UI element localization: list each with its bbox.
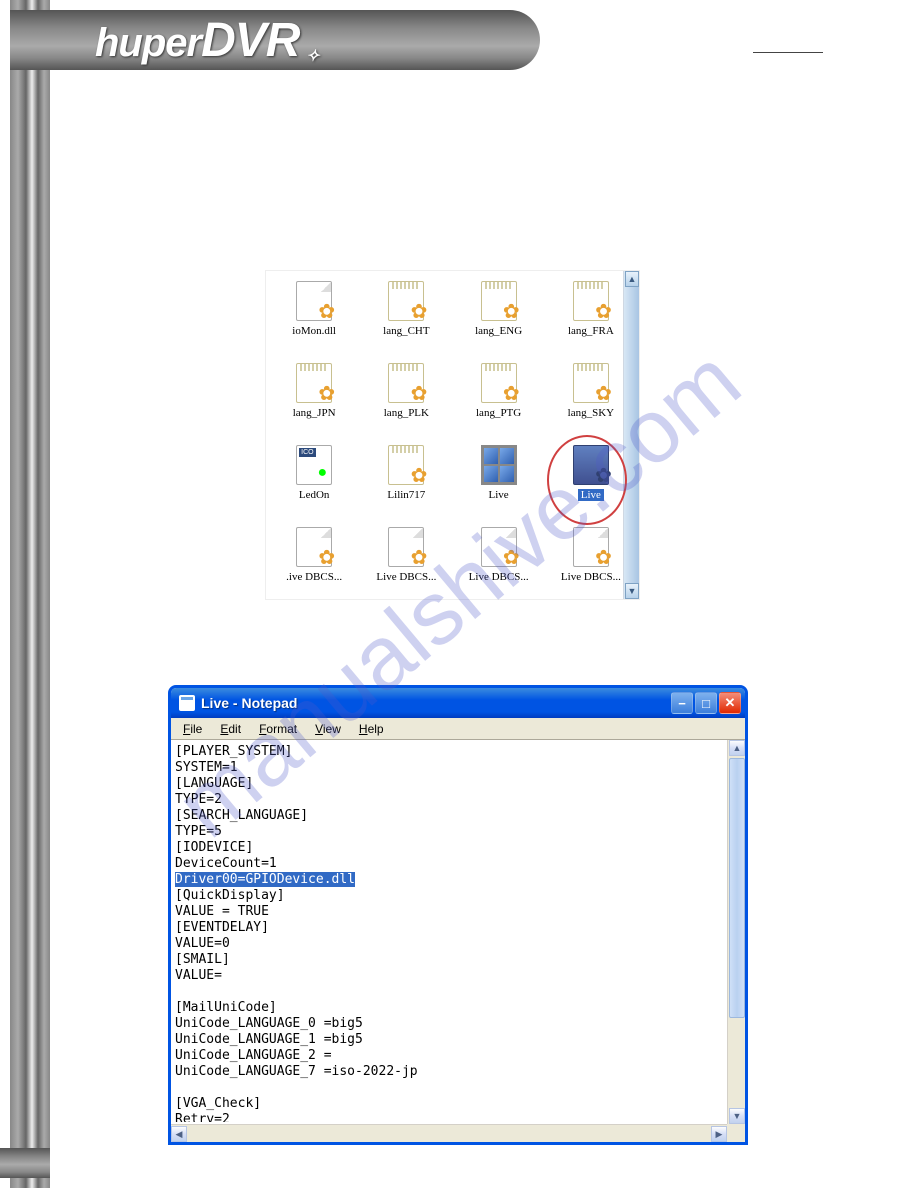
file-item[interactable]: lang_JPN bbox=[268, 359, 360, 441]
explorer-scrollbar[interactable]: ▲ ▼ bbox=[623, 271, 639, 599]
file-item[interactable]: lang_PLK bbox=[360, 359, 452, 441]
ico-file-icon bbox=[296, 445, 332, 485]
logo-banner: huperDVR bbox=[10, 10, 540, 70]
file-label: Live DBCS... bbox=[469, 571, 529, 583]
file-label: lang_JPN bbox=[293, 407, 336, 419]
menu-item-view[interactable]: View bbox=[307, 720, 349, 738]
file-label: Live bbox=[489, 489, 509, 501]
notepad-text[interactable]: [PLAYER_SYSTEM] SYSTEM=1 [LANGUAGE] TYPE… bbox=[175, 744, 725, 1122]
page-number-tab bbox=[0, 1148, 50, 1178]
file-item[interactable]: Lilin717 bbox=[360, 441, 452, 523]
ini-file-icon bbox=[296, 363, 332, 403]
file-item[interactable]: LedOn bbox=[268, 441, 360, 523]
file-label: lang_PTG bbox=[476, 407, 521, 419]
ini-file-icon bbox=[573, 281, 609, 321]
notepad-vertical-scrollbar[interactable]: ▲ ▼ bbox=[727, 740, 745, 1124]
dll-file-icon bbox=[481, 527, 517, 567]
notepad-body: [PLAYER_SYSTEM] SYSTEM=1 [LANGUAGE] TYPE… bbox=[171, 740, 745, 1142]
scroll-down-button[interactable]: ▼ bbox=[625, 583, 639, 599]
notepad-horizontal-scrollbar[interactable]: ◀ ▶ bbox=[171, 1124, 727, 1142]
window-panes-icon bbox=[481, 445, 517, 485]
notepad-window: Live - Notepad − □ ✕ FileEditFormatViewH… bbox=[168, 685, 748, 1145]
scroll-left-button[interactable]: ◀ bbox=[171, 1126, 187, 1142]
menu-item-file[interactable]: File bbox=[175, 720, 210, 738]
left-decorative-bar bbox=[10, 0, 50, 1188]
dll-file-icon bbox=[573, 527, 609, 567]
file-item[interactable]: lang_CHT bbox=[360, 277, 452, 359]
menu-item-format[interactable]: Format bbox=[251, 720, 305, 738]
file-label: Lilin717 bbox=[387, 489, 425, 501]
minimize-button[interactable]: − bbox=[671, 692, 693, 714]
file-label: Live DBCS... bbox=[376, 571, 436, 583]
menu-item-help[interactable]: Help bbox=[351, 720, 392, 738]
ini-file-icon bbox=[481, 363, 517, 403]
header-underline bbox=[753, 52, 823, 53]
ini-file-icon bbox=[481, 281, 517, 321]
ini-file-icon bbox=[573, 363, 609, 403]
scroll-right-button[interactable]: ▶ bbox=[711, 1126, 727, 1142]
window-buttons: − □ ✕ bbox=[671, 692, 741, 714]
file-label: lang_ENG bbox=[475, 325, 522, 337]
file-item[interactable]: Live DBCS... bbox=[360, 523, 452, 605]
file-item[interactable]: ioMon.dll bbox=[268, 277, 360, 359]
annotation-circle bbox=[547, 435, 627, 525]
scroll-thumb[interactable] bbox=[729, 758, 745, 1018]
logo-suffix: DVR bbox=[201, 14, 299, 67]
file-label: ioMon.dll bbox=[292, 325, 336, 337]
highlighted-line: Driver00=GPIODevice.dll bbox=[175, 872, 355, 887]
file-item[interactable]: lang_PTG bbox=[453, 359, 545, 441]
notepad-titlebar[interactable]: Live - Notepad − □ ✕ bbox=[171, 688, 745, 718]
scroll-down-button[interactable]: ▼ bbox=[729, 1108, 745, 1124]
scroll-up-button[interactable]: ▲ bbox=[625, 271, 639, 287]
file-label: LedOn bbox=[299, 489, 330, 501]
file-item[interactable]: lang_ENG bbox=[453, 277, 545, 359]
dll-file-icon bbox=[388, 527, 424, 567]
logo-text: huperDVR bbox=[95, 13, 303, 68]
file-item[interactable]: .ive DBCS... bbox=[268, 523, 360, 605]
ini-file-icon bbox=[388, 363, 424, 403]
dll-file-icon bbox=[296, 527, 332, 567]
file-label: lang_CHT bbox=[383, 325, 429, 337]
scrollbar-corner bbox=[727, 1124, 745, 1142]
maximize-button[interactable]: □ bbox=[695, 692, 717, 714]
ini-file-icon bbox=[388, 281, 424, 321]
menu-item-edit[interactable]: Edit bbox=[212, 720, 249, 738]
file-label: Live DBCS... bbox=[561, 571, 621, 583]
dll-file-icon bbox=[296, 281, 332, 321]
close-button[interactable]: ✕ bbox=[719, 692, 741, 714]
file-item[interactable]: Live bbox=[453, 441, 545, 523]
file-label: .ive DBCS... bbox=[286, 571, 342, 583]
file-label: lang_FRA bbox=[568, 325, 614, 337]
notepad-menubar: FileEditFormatViewHelp bbox=[171, 718, 745, 740]
file-label: lang_SKY bbox=[568, 407, 614, 419]
logo-prefix: huper bbox=[95, 21, 201, 65]
ini-file-icon bbox=[388, 445, 424, 485]
file-item[interactable]: Live DBCS... bbox=[453, 523, 545, 605]
file-explorer[interactable]: ioMon.dll lang_CHT lang_ENG lang_FRA lang_JP… bbox=[265, 270, 640, 600]
notepad-app-icon bbox=[179, 695, 195, 711]
scroll-up-button[interactable]: ▲ bbox=[729, 740, 745, 756]
file-label: lang_PLK bbox=[384, 407, 429, 419]
notepad-title-text: Live - Notepad bbox=[201, 695, 671, 711]
